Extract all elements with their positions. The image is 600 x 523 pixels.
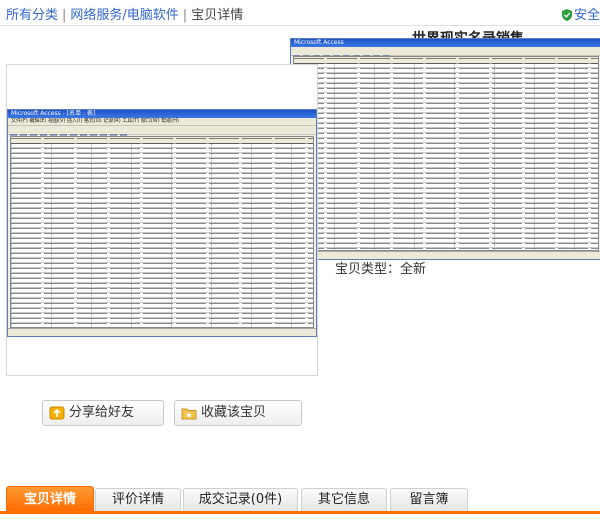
tab-reviews[interactable]: 评价详情 bbox=[95, 488, 181, 511]
tab-transactions[interactable]: 成交记录(0件) bbox=[183, 488, 298, 511]
detail-tabs: 宝贝详情 评价详情 成交记录(0件) 其它信息 留言簿 bbox=[0, 485, 600, 523]
thumbnail-screenshot[interactable]: Microsoft Access bbox=[290, 38, 600, 260]
share-label: 分享给好友 bbox=[69, 405, 135, 420]
tab-item-details[interactable]: 宝贝详情 bbox=[6, 486, 94, 512]
main-screenshot: Microsoft Access - [名单 : 表] 文件(F) 编辑(E) … bbox=[7, 109, 317, 337]
header-divider bbox=[0, 25, 600, 26]
tab-underline bbox=[0, 511, 600, 514]
main-table-grid bbox=[10, 136, 314, 328]
collect-label: 收藏该宝贝 bbox=[201, 405, 267, 420]
breadcrumb-category[interactable]: 网络服务/电脑软件 bbox=[70, 8, 178, 23]
thumbnail-toolbar bbox=[291, 47, 600, 62]
share-button[interactable]: 分享给好友 bbox=[42, 400, 164, 426]
main-window-menu: 文件(F) 编辑(E) 视图(V) 插入(I) 格式(O) 记录(R) 工具(T… bbox=[8, 118, 316, 126]
breadcrumb: 所有分类 | 网络服务/电脑软件 | 宝贝详情 bbox=[6, 4, 244, 23]
tab-other-info[interactable]: 其它信息 bbox=[301, 488, 387, 511]
share-icon bbox=[49, 406, 65, 420]
star-folder-icon bbox=[181, 408, 197, 420]
collect-button[interactable]: 收藏该宝贝 bbox=[174, 400, 302, 426]
tab-message-board[interactable]: 留言簿 bbox=[390, 488, 468, 511]
secure-label: 安全 bbox=[573, 8, 600, 23]
secure-link[interactable]: 安全 bbox=[561, 4, 600, 23]
main-image-frame[interactable]: Microsoft Access - [名单 : 表] 文件(F) 编辑(E) … bbox=[6, 64, 318, 376]
thumbnail-window-title: Microsoft Access bbox=[291, 39, 600, 47]
shield-icon bbox=[561, 9, 572, 21]
breadcrumb-separator: | bbox=[62, 8, 67, 23]
breadcrumb-all-categories[interactable]: 所有分类 bbox=[6, 8, 58, 23]
breadcrumb-separator: | bbox=[182, 8, 188, 23]
main-window-toolbar bbox=[8, 126, 316, 141]
main-status-bar bbox=[8, 328, 316, 336]
thumbnail-table-grid bbox=[293, 56, 599, 251]
item-type: 宝贝类型：全新 bbox=[335, 262, 427, 277]
main-window-title: Microsoft Access - [名单 : 表] bbox=[8, 110, 316, 118]
breadcrumb-current: 宝贝详情 bbox=[191, 8, 244, 23]
